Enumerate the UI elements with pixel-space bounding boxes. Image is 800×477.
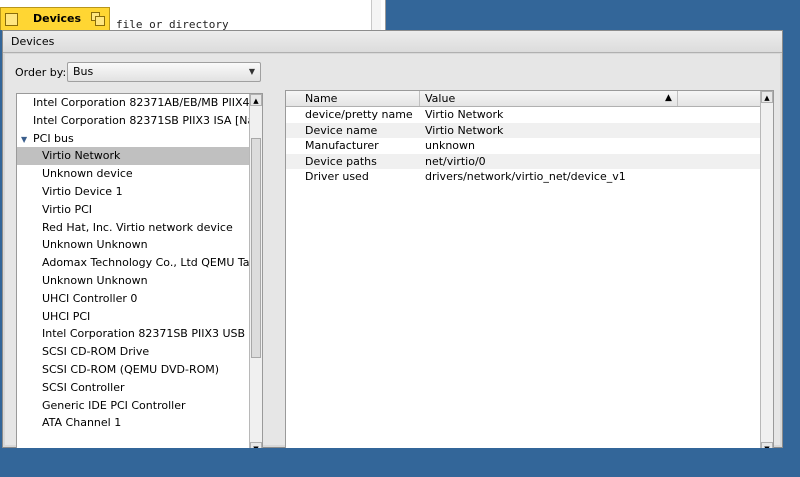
tree-item[interactable]: Generic IDE PCI Controller	[17, 397, 249, 415]
tree-item-label: Unknown device	[42, 167, 133, 181]
property-name: device/pretty name	[305, 108, 413, 121]
tree-item-label: SCSI Controller	[42, 380, 125, 394]
order-by-value: Bus	[73, 65, 94, 78]
close-box-icon[interactable]	[5, 13, 18, 26]
tree-item-label: UHCI Controller 0	[42, 291, 138, 305]
tab-title: Devices	[33, 12, 82, 25]
window-content: Order by: Bus ▼ Intel Corporation 82371A…	[5, 54, 780, 468]
table-header: Name Value ▲	[286, 91, 760, 107]
tree-item[interactable]: ATA Channel 1	[17, 414, 249, 432]
tree-item[interactable]: Intel Corporation 82371AB/EB/MB PIIX4 AC…	[17, 94, 249, 112]
table-row[interactable]: Manufacturer unknown	[286, 138, 760, 154]
property-name: Manufacturer	[305, 139, 379, 152]
property-value: Virtio Network	[425, 108, 504, 121]
tree-item[interactable]: Unknown device	[17, 165, 249, 183]
tree-item-label: PCI bus	[33, 131, 74, 145]
tree-item[interactable]: Unknown Unknown	[17, 236, 249, 254]
tree-item[interactable]: Adomax Technology Co., Ltd QEMU Tablet	[17, 254, 249, 272]
property-value: unknown	[425, 139, 475, 152]
tree-item[interactable]: Virtio Device 1	[17, 183, 249, 201]
zoom-icon[interactable]	[91, 12, 105, 26]
column-header-name[interactable]: Name	[300, 91, 420, 106]
property-name: Device paths	[305, 154, 377, 168]
tree-item[interactable]: Intel Corporation 82371SB PIIX3 ISA [Nat…	[17, 112, 249, 130]
order-by-select[interactable]: Bus ▼	[67, 62, 261, 82]
tree-item-label: Adomax Technology Co., Ltd QEMU Tablet	[42, 256, 249, 270]
properties-table: Name Value ▲ device/pretty name Virtio Ne…	[285, 90, 774, 468]
tree-item[interactable]: Unknown Unknown	[17, 272, 249, 290]
tree-item-label: SCSI CD-ROM (QEMU DVD-ROM)	[42, 362, 220, 376]
tree-vertical-scrollbar[interactable]: ▲ ▼	[249, 94, 262, 454]
background-scrollbar	[371, 0, 381, 30]
tree-item-label: Unknown Unknown	[42, 238, 148, 252]
sort-ascending-icon: ▲	[665, 93, 672, 103]
property-name: Driver used	[305, 170, 369, 183]
window-title: Devices	[3, 31, 782, 53]
tree-item[interactable]: Red Hat, Inc. Virtio network device	[17, 219, 249, 237]
tree-item[interactable]: UHCI PCI	[17, 308, 249, 326]
order-by-label: Order by:	[15, 66, 67, 79]
tree-item-label: Unknown Unknown	[42, 273, 148, 287]
tree-item-label: Red Hat, Inc. Virtio network device	[42, 220, 233, 234]
tree-item[interactable]: SCSI CD-ROM Drive	[17, 343, 249, 361]
property-value: drivers/network/virtio_net/device_v1	[425, 170, 626, 183]
window-tab[interactable]: Devices	[0, 7, 110, 30]
chevron-down-icon: ▼	[248, 67, 255, 76]
property-value: Virtio Network	[425, 123, 504, 137]
table-vertical-scrollbar[interactable]: ▲ ▼	[760, 91, 773, 454]
tree-item-label: Virtio Network	[42, 149, 121, 163]
tree-item[interactable]: UHCI Controller 0	[17, 290, 249, 308]
tree-item[interactable]: ▼ PCI bus	[17, 130, 249, 148]
table-body: device/pretty name Virtio Network Device n…	[286, 107, 760, 185]
scroll-up-arrow-icon[interactable]: ▲	[761, 91, 773, 103]
table-row[interactable]: Device paths net/virtio/0	[286, 153, 760, 169]
scroll-thumb[interactable]	[251, 138, 261, 358]
property-name: Device name	[305, 123, 378, 137]
devices-window: Devices Order by: Bus ▼ Intel Corporatio…	[2, 30, 783, 468]
tree-item-label: UHCI PCI	[42, 309, 91, 323]
tree-item[interactable]: Intel Corporation 82371SB PIIX3 USB [Nat…	[17, 325, 249, 343]
table-row[interactable]: Driver used drivers/network/virtio_net/de…	[286, 169, 760, 185]
tree-item-label: Virtio PCI	[42, 202, 93, 216]
desktop-background	[0, 448, 800, 477]
tree-item-label: SCSI CD-ROM Drive	[42, 345, 150, 359]
device-tree-list: Intel Corporation 82371AB/EB/MB PIIX4 AC…	[17, 94, 249, 454]
tree-item[interactable]: Virtio PCI	[17, 201, 249, 219]
tree-item-label: Intel Corporation 82371AB/EB/MB PIIX4 AC…	[33, 96, 249, 109]
scroll-up-arrow-icon[interactable]: ▲	[250, 94, 262, 106]
property-value: net/virtio/0	[425, 154, 486, 168]
tree-item-label: Generic IDE PCI Controller	[42, 398, 186, 412]
tree-item[interactable]: Virtio Network	[17, 147, 249, 166]
tree-item[interactable]: SCSI CD-ROM (QEMU DVD-ROM)	[17, 361, 249, 379]
tree-item-label: Virtio Device 1	[42, 184, 123, 198]
tree-item-label: Intel Corporation 82371SB PIIX3 USB [Nat…	[42, 327, 249, 341]
table-row[interactable]: device/pretty name Virtio Network	[286, 107, 760, 123]
tree-item[interactable]: SCSI Controller	[17, 379, 249, 397]
tree-item-label: Intel Corporation 82371SB PIIX3 ISA [Nat…	[33, 113, 249, 127]
tree-item-label: ATA Channel 1	[42, 416, 122, 430]
expand-arrow-icon[interactable]: ▼	[21, 131, 33, 149]
table-row[interactable]: Device name Virtio Network	[286, 122, 760, 138]
column-header-value[interactable]: Value	[420, 91, 678, 106]
device-tree[interactable]: Intel Corporation 82371AB/EB/MB PIIX4 AC…	[16, 93, 263, 468]
